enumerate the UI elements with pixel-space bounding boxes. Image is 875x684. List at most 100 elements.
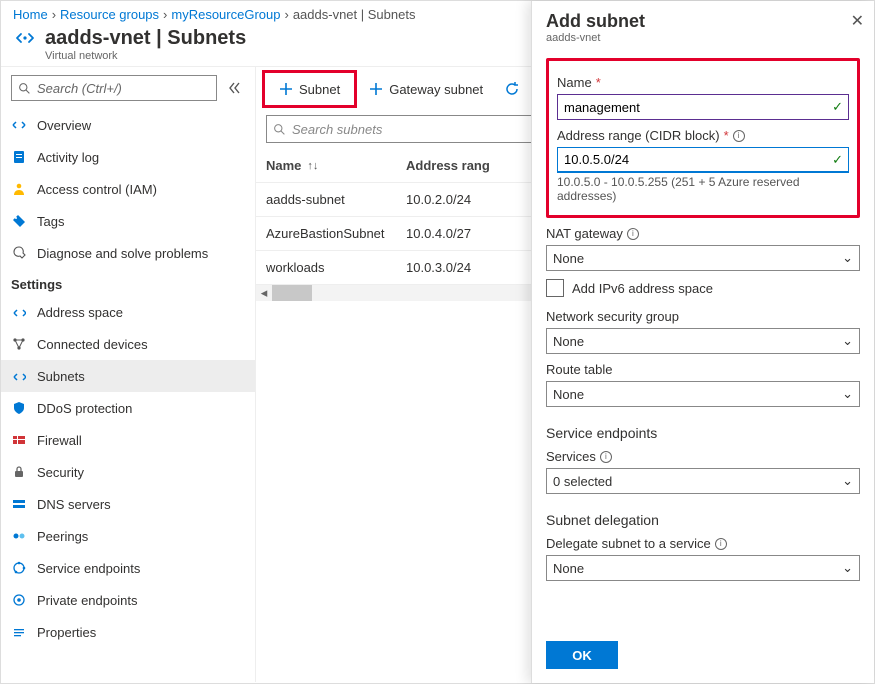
- sidebar-item-ddos[interactable]: DDoS protection: [1, 392, 255, 424]
- nat-gateway-label: NAT gateway i: [546, 226, 860, 241]
- sidebar-item-tags[interactable]: Tags: [1, 205, 255, 237]
- services-select[interactable]: 0 selected ⌄: [546, 468, 860, 494]
- search-placeholder: Search subnets: [292, 122, 382, 137]
- nat-gateway-select[interactable]: None ⌄: [546, 245, 860, 271]
- service-endpoints-heading: Service endpoints: [546, 425, 860, 441]
- chevron-double-left-icon: [227, 81, 241, 95]
- sidebar-search-input[interactable]: Search (Ctrl+/): [11, 75, 217, 101]
- panel-subtitle: aadds-vnet: [546, 32, 860, 44]
- sidebar-item-connected-devices[interactable]: Connected devices: [1, 328, 255, 360]
- info-icon[interactable]: i: [600, 451, 612, 463]
- sidebar-item-dns[interactable]: DNS servers: [1, 488, 255, 520]
- refresh-button[interactable]: [495, 81, 529, 97]
- lock-icon: [11, 464, 27, 480]
- scrollbar-thumb[interactable]: [272, 285, 312, 301]
- check-icon: ✓: [832, 99, 843, 115]
- services-label: Services i: [546, 449, 860, 464]
- vnet-icon: [13, 26, 37, 50]
- sidebar-item-peerings[interactable]: Peerings: [1, 520, 255, 552]
- chevron-down-icon: ⌄: [842, 473, 853, 489]
- sidebar-item-label: DDoS protection: [37, 401, 132, 416]
- check-icon: ✓: [832, 152, 843, 168]
- breadcrumb-resource-groups[interactable]: Resource groups: [60, 7, 159, 22]
- info-icon[interactable]: i: [627, 228, 639, 240]
- shield-icon: [11, 400, 27, 416]
- page-title: aadds-vnet | Subnets: [45, 27, 246, 50]
- chevron-down-icon: ⌄: [842, 250, 853, 266]
- ok-button[interactable]: OK: [546, 641, 618, 669]
- ipv6-label: Add IPv6 address space: [572, 281, 713, 296]
- cell-name: aadds-subnet: [266, 192, 406, 207]
- delegate-select[interactable]: None ⌄: [546, 555, 860, 581]
- sidebar-item-properties[interactable]: Properties: [1, 616, 255, 648]
- nsg-select[interactable]: None ⌄: [546, 328, 860, 354]
- add-subnet-panel: ✕ Add subnet aadds-vnet Name * ✓ Address…: [531, 1, 874, 683]
- sidebar-item-address-space[interactable]: Address space: [1, 296, 255, 328]
- delegate-label: Delegate subnet to a service i: [546, 536, 860, 551]
- sidebar-item-diagnose[interactable]: Diagnose and solve problems: [1, 237, 255, 269]
- private-endpoint-icon: [11, 592, 27, 608]
- route-table-label: Route table: [546, 362, 860, 377]
- close-panel-button[interactable]: ✕: [851, 11, 864, 31]
- plus-icon: [369, 82, 383, 96]
- info-icon[interactable]: i: [715, 538, 727, 550]
- sidebar-item-activity-log[interactable]: Activity log: [1, 141, 255, 173]
- sort-icon: ↑↓: [307, 160, 318, 172]
- sidebar-item-label: Activity log: [37, 150, 99, 165]
- add-gateway-subnet-button[interactable]: Gateway subnet: [359, 73, 493, 105]
- panel-title: Add subnet: [546, 11, 860, 32]
- button-label: Gateway subnet: [389, 82, 483, 97]
- subnet-delegation-heading: Subnet delegation: [546, 512, 860, 528]
- column-header-name[interactable]: Name ↑↓: [266, 158, 406, 173]
- sidebar-item-label: Properties: [37, 625, 96, 640]
- sidebar-item-label: Access control (IAM): [37, 182, 157, 197]
- refresh-icon: [504, 81, 520, 97]
- add-subnet-button[interactable]: Subnet: [262, 70, 357, 108]
- sidebar-item-overview[interactable]: Overview: [1, 109, 255, 141]
- sidebar-item-label: Peerings: [37, 529, 88, 544]
- collapse-sidebar-button[interactable]: [223, 75, 245, 101]
- breadcrumb-my-resource-group[interactable]: myResourceGroup: [171, 7, 280, 22]
- sidebar-item-label: Service endpoints: [37, 561, 140, 576]
- breadcrumb-home[interactable]: Home: [13, 7, 48, 22]
- sidebar-item-label: Private endpoints: [37, 593, 137, 608]
- address-range-label: Address range (CIDR block) * i: [557, 128, 849, 143]
- info-icon[interactable]: i: [733, 130, 745, 142]
- sidebar-item-subnets[interactable]: Subnets: [1, 360, 255, 392]
- dns-icon: [11, 496, 27, 512]
- sidebar: Search (Ctrl+/) Overview Activity log Ac: [1, 67, 256, 682]
- chevron-down-icon: ⌄: [842, 560, 853, 576]
- sidebar-item-security[interactable]: Security: [1, 456, 255, 488]
- ipv6-checkbox-row[interactable]: Add IPv6 address space: [546, 279, 860, 297]
- devices-icon: [11, 336, 27, 352]
- chevron-down-icon: ⌄: [842, 386, 853, 402]
- sidebar-item-label: Firewall: [37, 433, 82, 448]
- sidebar-item-label: Subnets: [37, 369, 85, 384]
- sidebar-item-firewall[interactable]: Firewall: [1, 424, 255, 456]
- sidebar-item-label: Address space: [37, 305, 123, 320]
- name-label: Name *: [557, 75, 849, 90]
- name-input[interactable]: [557, 94, 849, 120]
- sidebar-item-service-endpoints[interactable]: Service endpoints: [1, 552, 255, 584]
- vnet-icon: [11, 117, 27, 133]
- breadcrumb-current: aadds-vnet | Subnets: [293, 7, 416, 22]
- search-icon: [273, 123, 286, 136]
- ipv6-checkbox[interactable]: [546, 279, 564, 297]
- subnets-icon: [11, 368, 27, 384]
- close-icon: ✕: [851, 13, 864, 30]
- chevron-down-icon: ⌄: [842, 333, 853, 349]
- sidebar-item-label: Tags: [37, 214, 64, 229]
- scroll-left-icon: ◂: [256, 285, 272, 301]
- sidebar-item-label: DNS servers: [37, 497, 111, 512]
- sidebar-section-settings: Settings: [1, 269, 255, 296]
- sidebar-item-iam[interactable]: Access control (IAM): [1, 173, 255, 205]
- sidebar-search-placeholder: Search (Ctrl+/): [37, 81, 122, 96]
- route-table-select[interactable]: None ⌄: [546, 381, 860, 407]
- properties-icon: [11, 624, 27, 640]
- address-range-input[interactable]: [557, 147, 849, 173]
- sidebar-item-private-endpoints[interactable]: Private endpoints: [1, 584, 255, 616]
- plus-icon: [279, 82, 293, 96]
- diagnose-icon: [11, 245, 27, 261]
- sidebar-item-label: Security: [37, 465, 84, 480]
- button-label: Subnet: [299, 82, 340, 97]
